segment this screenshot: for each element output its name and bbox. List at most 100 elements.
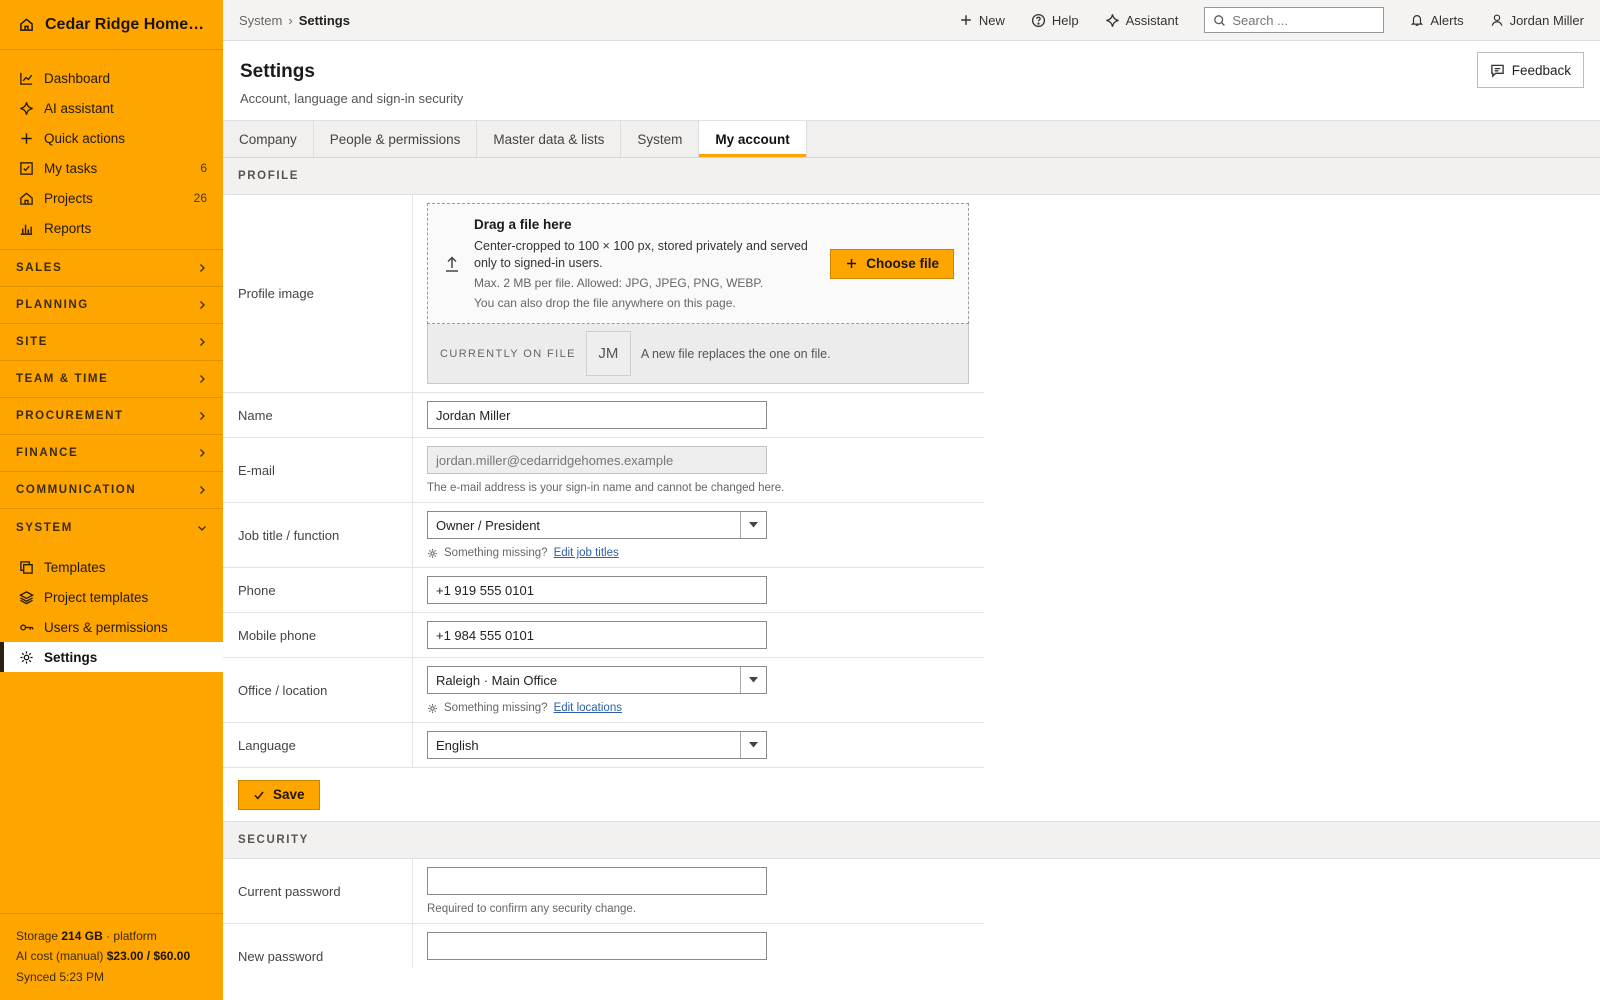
tab-master-data[interactable]: Master data & lists <box>477 121 622 157</box>
brand-name: Cedar Ridge Homes L... <box>45 15 207 33</box>
sparkle-icon <box>19 101 34 116</box>
chevron-right-icon <box>197 485 207 495</box>
task-count: 6 <box>200 161 207 175</box>
edit-locations-link[interactable]: Edit locations <box>554 702 622 714</box>
tab-company[interactable]: Company <box>223 121 314 157</box>
user-menu[interactable]: Jordan Miller <box>1490 13 1584 28</box>
breadcrumb-system[interactable]: System <box>239 13 282 28</box>
new-password-input[interactable] <box>427 932 767 960</box>
select-value: English <box>436 737 479 753</box>
dropzone-title: Drag a file here <box>474 216 572 232</box>
mobile-phone-input[interactable] <box>427 621 767 649</box>
section-system[interactable]: SYSTEM <box>0 509 223 546</box>
language-select[interactable]: English <box>427 731 767 759</box>
field-label: E-mail <box>223 438 413 502</box>
section-team-time[interactable]: TEAM & TIME <box>0 361 223 398</box>
section-label: FINANCE <box>16 447 79 459</box>
sidebar-item-my-tasks[interactable]: My tasks 6 <box>0 153 223 183</box>
edit-job-titles-link[interactable]: Edit job titles <box>554 547 619 559</box>
section-header-security: SECURITY <box>223 822 1600 859</box>
current-password-input[interactable] <box>427 867 767 895</box>
section-procurement[interactable]: PROCUREMENT <box>0 398 223 435</box>
sidebar-item-label: Project templates <box>44 589 149 605</box>
plus-icon <box>959 13 973 27</box>
save-button[interactable]: Save <box>238 779 320 810</box>
sidebar-item-reports[interactable]: Reports <box>0 213 223 243</box>
assistant-button[interactable]: Assistant <box>1105 13 1178 28</box>
field-label: New password <box>223 924 413 968</box>
field-label: Profile image <box>223 195 413 392</box>
current-file-label: CURRENTLY ON FILE <box>440 347 576 360</box>
feedback-button[interactable]: Feedback <box>1476 52 1584 88</box>
choose-file-button[interactable]: Choose file <box>830 248 954 279</box>
row-mobile: Mobile phone <box>223 613 984 658</box>
office-select[interactable]: Raleigh · Main Office <box>427 666 767 694</box>
upload-icon <box>444 255 460 273</box>
section-sales[interactable]: SALES <box>0 250 223 287</box>
field-label: Language <box>223 723 413 767</box>
caret-down-icon <box>740 512 766 538</box>
dropzone-limits: Max. 2 MB per file. Allowed: JPG, JPEG, … <box>474 275 764 290</box>
topbar: System › Settings New Help Assistant Ale… <box>223 0 1600 41</box>
new-button[interactable]: New <box>959 13 1005 28</box>
section-label: PROCUREMENT <box>16 410 124 422</box>
help-button[interactable]: Help <box>1031 13 1079 28</box>
section-label: PLANNING <box>16 299 89 311</box>
field-label: Mobile phone <box>223 613 413 657</box>
search-icon <box>1213 14 1226 27</box>
key-icon <box>19 620 34 635</box>
message-icon <box>1490 63 1505 78</box>
tab-people-permissions[interactable]: People & permissions <box>314 121 478 157</box>
system-subnav: Templates Project templates Users & perm… <box>0 546 223 672</box>
phone-input[interactable] <box>427 576 767 604</box>
section-finance[interactable]: FINANCE <box>0 435 223 472</box>
gear-icon <box>427 548 438 559</box>
tab-my-account[interactable]: My account <box>699 121 807 157</box>
tab-system[interactable]: System <box>621 121 700 157</box>
layers-icon <box>19 590 34 605</box>
search-box[interactable] <box>1204 7 1385 33</box>
email-field <box>427 446 767 474</box>
search-input[interactable] <box>1232 12 1373 28</box>
section-planning[interactable]: PLANNING <box>0 287 223 324</box>
row-job-title: Job title / function Owner / President S… <box>223 503 984 568</box>
sidebar-item-settings[interactable]: Settings <box>0 642 223 672</box>
bell-icon <box>1410 13 1424 27</box>
field-label: Current password <box>223 859 413 923</box>
alerts-button[interactable]: Alerts <box>1410 13 1464 28</box>
project-count: 26 <box>193 191 207 205</box>
field-label: Job title / function <box>223 503 413 567</box>
breadcrumb-current: Settings <box>298 12 350 28</box>
section-site[interactable]: SITE <box>0 324 223 361</box>
row-language: Language English <box>223 723 984 768</box>
chevron-right-icon <box>197 337 207 347</box>
row-new-password: New password <box>223 924 984 968</box>
sidebar-item-users-permissions[interactable]: Users & permissions <box>0 612 223 642</box>
plus-icon <box>845 257 858 270</box>
dropzone-description: Center-cropped to 100 × 100 px, stored p… <box>474 238 808 270</box>
sidebar-item-project-templates[interactable]: Project templates <box>0 582 223 612</box>
home-icon <box>19 191 34 206</box>
sidebar-item-ai-assistant[interactable]: AI assistant <box>0 93 223 123</box>
file-dropzone[interactable]: Drag a file here Center-cropped to 100 ×… <box>427 203 969 324</box>
save-row: Save <box>223 768 1600 822</box>
security-form: Current password Required to confirm any… <box>223 859 984 968</box>
sidebar-item-quick-actions[interactable]: Quick actions <box>0 123 223 153</box>
brand[interactable]: Cedar Ridge Homes L... <box>0 0 223 50</box>
ai-cost-value: $23.00 / $60.00 <box>106 949 191 963</box>
row-office: Office / location Raleigh · Main Office … <box>223 658 984 723</box>
sidebar-item-label: Dashboard <box>44 70 111 86</box>
chevron-right-icon <box>197 263 207 273</box>
user-icon <box>1490 13 1504 27</box>
copy-icon <box>19 560 34 575</box>
name-input[interactable] <box>427 401 767 429</box>
sidebar-item-projects[interactable]: Projects 26 <box>0 183 223 213</box>
sidebar-item-label: Users & permissions <box>44 619 168 635</box>
job-title-select[interactable]: Owner / President <box>427 511 767 539</box>
sidebar-item-dashboard[interactable]: Dashboard <box>0 63 223 93</box>
section-label: SITE <box>16 336 48 348</box>
page-title: Settings <box>240 61 315 82</box>
section-communication[interactable]: COMMUNICATION <box>0 472 223 509</box>
dropzone-hint: You can also drop the file anywhere on t… <box>474 295 736 310</box>
sidebar-item-templates[interactable]: Templates <box>0 552 223 582</box>
